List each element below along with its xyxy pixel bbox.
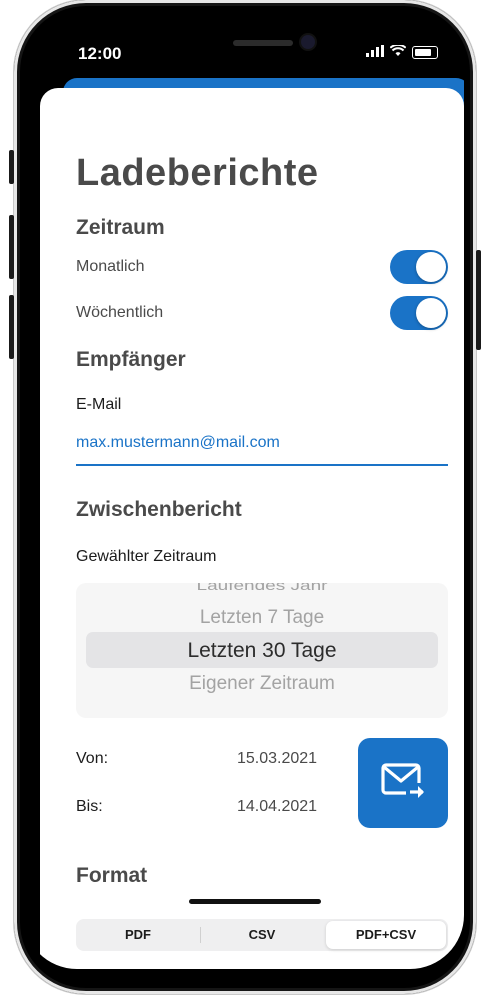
- home-indicator[interactable]: [189, 899, 321, 904]
- mute-switch: [9, 150, 14, 184]
- page-title: Ladeberichte: [76, 152, 319, 194]
- to-date[interactable]: 14.04.2021: [237, 798, 317, 816]
- camera: [301, 35, 315, 49]
- phone-screen: 12:00 Ladeberichte Zeitraum Monatlich Wö…: [23, 24, 464, 969]
- recipient-heading: Empfänger: [76, 348, 186, 371]
- format-option-pdf-csv[interactable]: PDF+CSV: [326, 921, 446, 949]
- weekly-label: Wöchentlich: [76, 304, 164, 321]
- format-option-pdf[interactable]: PDF: [76, 919, 200, 951]
- speaker: [233, 40, 293, 46]
- format-option-csv[interactable]: CSV: [200, 919, 324, 951]
- picker-option-selected[interactable]: Letzten 30 Tage: [76, 639, 448, 663]
- status-time: 12:00: [78, 44, 122, 63]
- from-date[interactable]: 15.03.2021: [237, 750, 317, 768]
- period-heading: Zeitraum: [76, 216, 165, 239]
- from-label: Von:: [76, 750, 109, 767]
- picker-option[interactable]: Laufendes Jahr: [76, 583, 448, 594]
- send-report-button[interactable]: [358, 738, 448, 828]
- signal-icon: [366, 44, 384, 61]
- wifi-icon: [389, 43, 407, 61]
- period-picker[interactable]: Laufendes Jahr Letzten 7 Tage Letzten 30…: [76, 583, 448, 718]
- picker-option[interactable]: Letzten 7 Tage: [76, 607, 448, 629]
- interim-heading: Zwischenbericht: [76, 498, 242, 521]
- weekly-toggle[interactable]: [390, 296, 448, 330]
- report-sheet: Ladeberichte Zeitraum Monatlich Wöchentl…: [40, 88, 464, 969]
- monthly-toggle[interactable]: [390, 250, 448, 284]
- status-icons: [366, 43, 438, 61]
- power-button: [476, 250, 481, 350]
- toggle-knob: [416, 252, 446, 282]
- email-underline: [76, 464, 448, 466]
- toggle-knob: [416, 298, 446, 328]
- email-label: E-Mail: [76, 396, 122, 413]
- to-label: Bis:: [76, 798, 103, 815]
- battery-icon: [412, 46, 438, 59]
- picker-option[interactable]: Eigener Zeitraum: [76, 673, 448, 695]
- format-heading: Format: [76, 864, 148, 887]
- format-segmented-control: PDF CSV PDF+CSV: [76, 919, 448, 951]
- mail-send-icon: [380, 761, 426, 806]
- volume-down-button: [9, 295, 14, 359]
- period-picker-label: Gewählter Zeitraum: [76, 548, 217, 565]
- monthly-label: Monatlich: [76, 258, 145, 275]
- volume-up-button: [9, 215, 14, 279]
- email-field[interactable]: max.mustermann@mail.com: [76, 434, 280, 452]
